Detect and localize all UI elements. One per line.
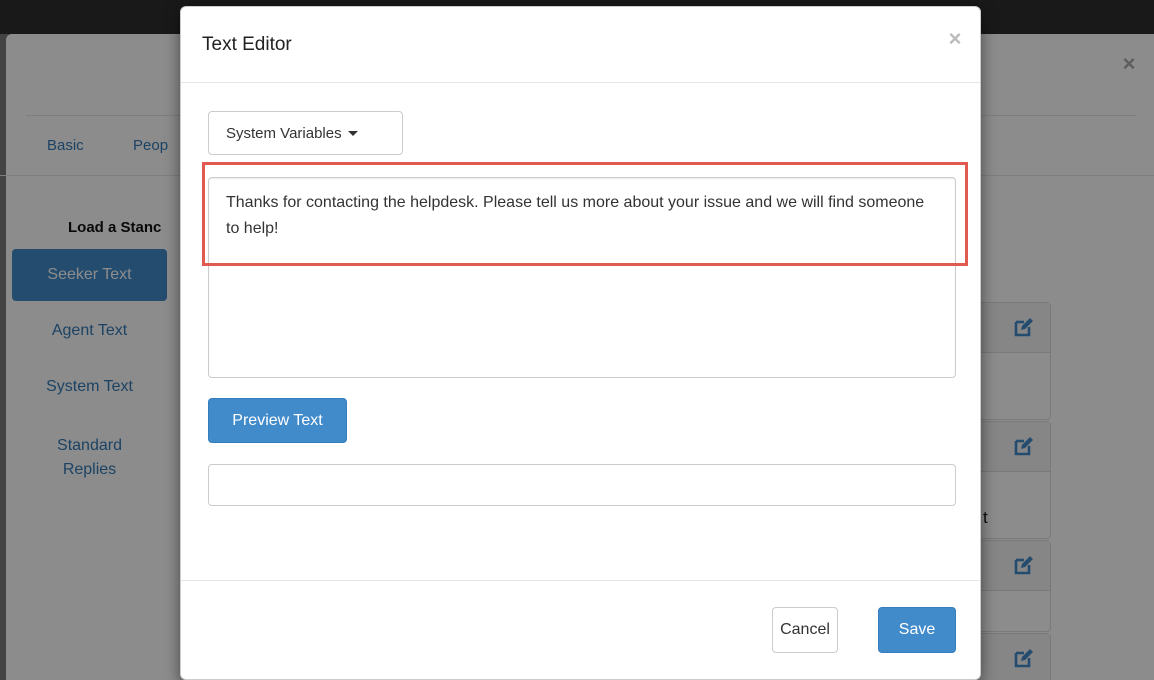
modal-footer-divider [181, 580, 980, 581]
preview-text-button[interactable]: Preview Text [208, 398, 347, 443]
save-button[interactable]: Save [878, 607, 956, 653]
preview-output [208, 464, 956, 506]
text-editor-area[interactable]: Thanks for contacting the helpdesk. Plea… [208, 177, 956, 378]
caret-down-icon [347, 131, 358, 137]
close-icon[interactable]: × [945, 27, 965, 51]
modal-title: Text Editor [202, 34, 292, 55]
modal-header-divider [181, 82, 980, 83]
cancel-button[interactable]: Cancel [772, 607, 838, 653]
system-variables-dropdown[interactable]: System Variables [208, 111, 403, 155]
text-editor-modal: Text Editor × System Variables Thanks fo… [180, 6, 981, 680]
editor-content[interactable]: Thanks for contacting the helpdesk. Plea… [226, 190, 926, 242]
system-variables-label: System Variables [226, 124, 342, 142]
